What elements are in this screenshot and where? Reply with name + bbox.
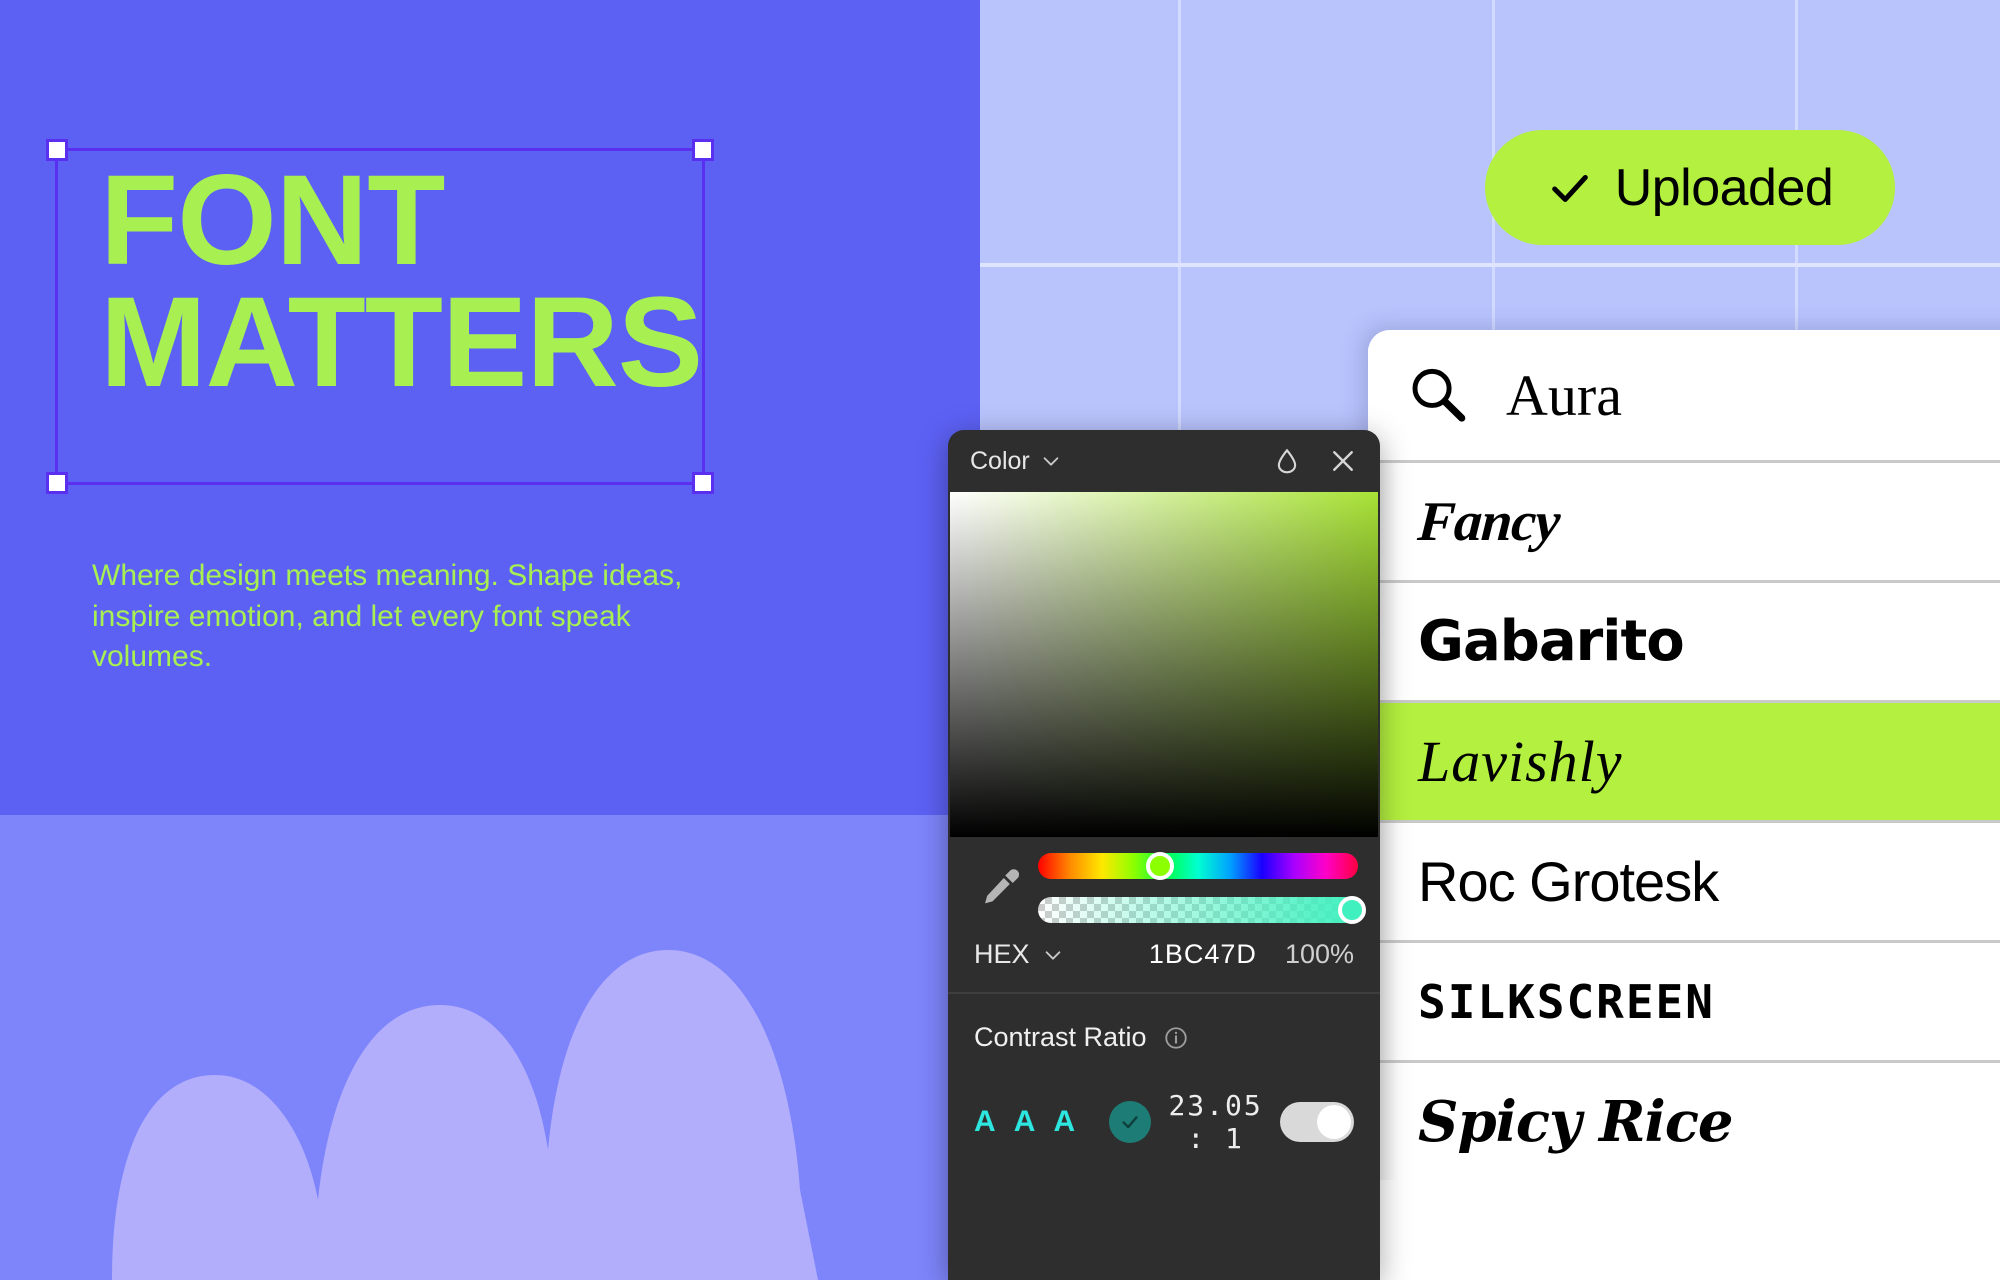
font-list-item-label: Lavishly <box>1418 728 1623 794</box>
color-panel-header: Color <box>948 430 1380 492</box>
font-list-item-label: Spicy Rice <box>1418 1088 1734 1155</box>
font-list-item-label: Fancy <box>1415 490 1562 553</box>
color-picker-panel[interactable]: Color HEX 1BC47D 100% Contrast Ratio A A… <box>948 430 1380 1280</box>
color-format-label: HEX <box>974 939 1030 969</box>
contrast-ratio-header: Contrast Ratio <box>974 1022 1354 1053</box>
font-list-item-label: SILKSCREEN <box>1418 974 1715 1029</box>
contrast-ratio-label: Contrast Ratio <box>974 1022 1147 1052</box>
font-list-item[interactable]: Gabarito <box>1368 580 2000 700</box>
chevron-down-icon[interactable] <box>1042 944 1064 966</box>
search-icon[interactable] <box>1404 362 1470 428</box>
artboard-lower-band <box>0 815 980 1280</box>
font-list-panel[interactable]: Aura Fancy Gabarito Lavishly Roc Grotesk SIL… <box>1368 330 2000 1280</box>
hue-slider[interactable] <box>1038 852 1358 880</box>
font-list-item[interactable]: Fancy <box>1368 460 2000 580</box>
uploaded-status-badge[interactable]: Uploaded <box>1485 130 1895 245</box>
color-panel-title: Color <box>970 446 1030 475</box>
hue-slider-knob[interactable] <box>1145 852 1174 880</box>
eyedropper-icon[interactable] <box>974 863 1024 913</box>
contrast-ratio-section: Contrast Ratio A A A 23.05 : 1 <box>948 994 1380 1155</box>
contrast-ratio-value: 23.05 : 1 <box>1168 1089 1263 1155</box>
saturation-value-field[interactable] <box>950 492 1378 837</box>
opacity-slider[interactable] <box>1038 896 1366 924</box>
design-artboard[interactable]: FONT MATTERS Where design meets meaning.… <box>0 0 980 815</box>
font-search-row[interactable]: Aura <box>1368 330 2000 460</box>
contrast-ratio-toggle[interactable] <box>1280 1102 1354 1142</box>
font-list-item-label: Roc Grotesk <box>1418 849 1719 913</box>
accessibility-level-label: A A A <box>974 1105 1082 1138</box>
resize-handle-top-right[interactable] <box>692 139 714 161</box>
font-list-item[interactable]: Lavishly <box>1368 700 2000 820</box>
font-list-item[interactable]: Roc Grotesk <box>1368 820 2000 940</box>
decorative-peaks-shape <box>112 950 818 1280</box>
info-icon[interactable] <box>1163 1025 1189 1051</box>
screen-root: FONT MATTERS Where design meets meaning.… <box>0 0 2000 1280</box>
contrast-ratio-result: A A A 23.05 : 1 <box>974 1089 1354 1155</box>
font-search-input[interactable]: Aura <box>1506 362 1622 429</box>
font-list-item[interactable]: Spicy Rice <box>1368 1060 2000 1180</box>
resize-handle-bottom-right[interactable] <box>692 472 714 494</box>
droplet-icon[interactable] <box>1272 446 1302 476</box>
check-icon <box>1551 174 1588 202</box>
opacity-slider-knob[interactable] <box>1337 896 1366 924</box>
chevron-down-icon[interactable] <box>1040 450 1062 472</box>
contrast-pass-indicator <box>1109 1101 1152 1143</box>
hex-value-input[interactable]: 1BC47D <box>1064 939 1285 970</box>
close-icon[interactable] <box>1328 446 1358 476</box>
resize-handle-bottom-left[interactable] <box>46 472 68 494</box>
artboard-headline[interactable]: FONT MATTERS <box>100 156 900 406</box>
color-format-row[interactable]: HEX 1BC47D 100% <box>948 931 1380 994</box>
check-icon <box>1122 1116 1138 1129</box>
uploaded-badge-label: Uploaded <box>1614 158 1834 217</box>
font-list-item[interactable]: SILKSCREEN <box>1368 940 2000 1060</box>
slider-group <box>948 837 1380 931</box>
resize-handle-top-left[interactable] <box>46 139 68 161</box>
artboard-subcopy[interactable]: Where design meets meaning. Shape ideas,… <box>92 556 692 678</box>
font-list: Fancy Gabarito Lavishly Roc Grotesk SILKSCRE… <box>1368 460 2000 1180</box>
font-list-item-label: Gabarito <box>1418 608 1685 674</box>
opacity-value-input[interactable]: 100% <box>1285 939 1354 970</box>
